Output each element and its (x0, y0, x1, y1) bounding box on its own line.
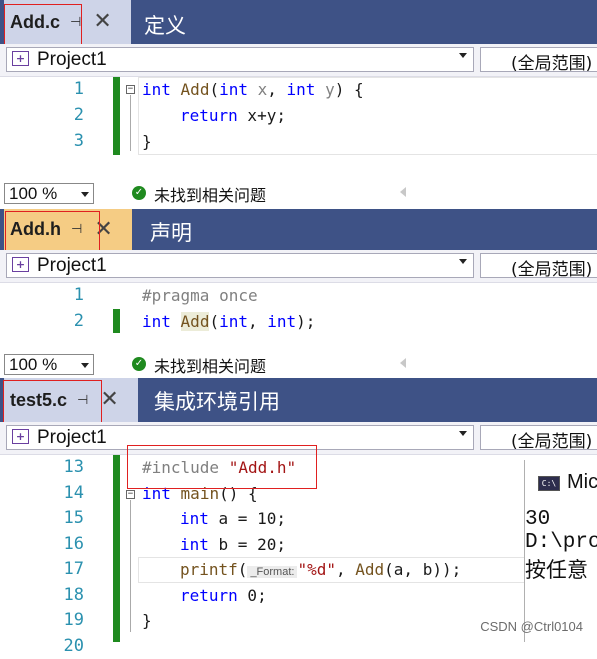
line-code: int b = 20; (180, 535, 286, 554)
section-label-declaration: 声明 (150, 221, 192, 245)
line-number: 1 (73, 285, 84, 305)
code-line: 20 (0, 634, 597, 659)
highlight-box (5, 211, 100, 253)
chevron-down-icon (459, 53, 467, 58)
project-icon: + (12, 429, 29, 444)
line-code: } (142, 132, 152, 151)
code-line: 15 int a = 10; (0, 506, 597, 531)
console-icon: C:\ (538, 476, 560, 491)
scope-label: (全局范围) (511, 260, 593, 280)
section-label-integration: 集成环境引用 (154, 390, 280, 414)
line-code: } (142, 611, 152, 630)
chevron-down-icon (81, 363, 89, 368)
scroll-left-icon[interactable] (400, 358, 406, 368)
line-code: return 0; (180, 586, 267, 605)
line-code: printf(_Format: "%d", Add(a, b)); (180, 560, 462, 579)
line-number: 14 (63, 483, 84, 503)
code-line: 16 int b = 20; (0, 532, 597, 557)
scope-dropdown[interactable]: (全局范围) (480, 253, 597, 280)
status-message: 未找到相关问题 (154, 186, 267, 205)
project-dropdown[interactable]: + Project1 (6, 47, 474, 72)
code-editor-add-c[interactable]: − 1 int Add(int x, int y) { 2 return x+y… (0, 77, 597, 179)
zoom-dropdown[interactable]: 100 % (4, 354, 94, 375)
project-name: Project1 (37, 255, 107, 276)
code-line: 3 } (0, 129, 597, 154)
code-line: 1 #pragma once (0, 283, 597, 308)
code-line: 2 return x+y; (0, 103, 597, 128)
parameter-hint: _Format: (247, 566, 298, 578)
line-code: return x+y; (180, 106, 286, 125)
code-line: 18 return 0; (0, 583, 597, 608)
code-line: 2 int Add(int, int); (0, 309, 597, 334)
console-output-line: D:\pro (525, 531, 597, 554)
project-name: Project1 (37, 49, 107, 70)
scope-label: (全局范围) (511, 54, 593, 74)
scope-dropdown[interactable]: (全局范围) (480, 425, 597, 452)
highlight-box (127, 445, 317, 489)
status-bar-add-c: 100 % ✓ 未找到相关问题 (0, 181, 597, 205)
tabstrip-add-c: Add.c ⊣ ✕ 定义 (0, 0, 597, 44)
line-number: 17 (63, 559, 84, 579)
scope-dropdown[interactable]: (全局范围) (480, 47, 597, 74)
code-editor-add-h[interactable]: 1 #pragma once 2 int Add(int, int); (0, 283, 597, 349)
line-number: 18 (63, 585, 84, 605)
project-name: Project1 (37, 427, 107, 448)
navigation-bar: + Project1 (全局范围) (0, 250, 597, 283)
close-icon[interactable]: ✕ (100, 389, 118, 411)
section-label-definition: 定义 (144, 14, 186, 38)
console-output-line: 按任意 (525, 561, 588, 584)
line-number: 16 (63, 534, 84, 554)
line-code: int Add(int, int); (142, 312, 316, 331)
console-title-bar[interactable]: C:\ Mic (525, 460, 597, 506)
line-code: int Add(int x, int y) { (142, 80, 364, 99)
console-title: Mic (567, 471, 597, 493)
scroll-left-icon[interactable] (400, 187, 406, 197)
navigation-bar: + Project1 (全局范围) (0, 44, 597, 77)
code-line: 17 printf(_Format: "%d", Add(a, b)); (0, 557, 597, 582)
console-window[interactable]: C:\ Mic 30 D:\pro 按任意 (524, 460, 597, 642)
close-icon[interactable]: ✕ (93, 11, 111, 33)
status-message: 未找到相关问题 (154, 357, 267, 376)
chevron-down-icon (459, 259, 467, 264)
line-number: 3 (73, 131, 84, 151)
chevron-down-icon (459, 431, 467, 436)
line-code: #pragma once (142, 286, 258, 305)
chevron-down-icon (81, 192, 89, 197)
project-icon: + (12, 257, 29, 272)
status-bar-add-h: 100 % ✓ 未找到相关问题 (0, 352, 597, 376)
highlight-box (4, 4, 82, 48)
line-number: 2 (73, 105, 84, 125)
console-output-line: 30 (525, 508, 551, 531)
line-code: int a = 10; (180, 509, 286, 528)
checkmark-icon: ✓ (132, 357, 146, 371)
scope-label: (全局范围) (511, 432, 593, 452)
code-line: 1 int Add(int x, int y) { (0, 77, 597, 102)
watermark: CSDN @Ctrl0104 (480, 619, 583, 634)
checkmark-icon: ✓ (132, 186, 146, 200)
project-icon: + (12, 51, 29, 66)
line-number: 19 (63, 610, 84, 630)
zoom-dropdown[interactable]: 100 % (4, 183, 94, 204)
line-number: 13 (63, 457, 84, 477)
project-dropdown[interactable]: + Project1 (6, 253, 474, 278)
line-number: 1 (73, 79, 84, 99)
line-number: 2 (73, 311, 84, 331)
line-number: 15 (63, 508, 84, 528)
line-number: 20 (63, 636, 84, 656)
